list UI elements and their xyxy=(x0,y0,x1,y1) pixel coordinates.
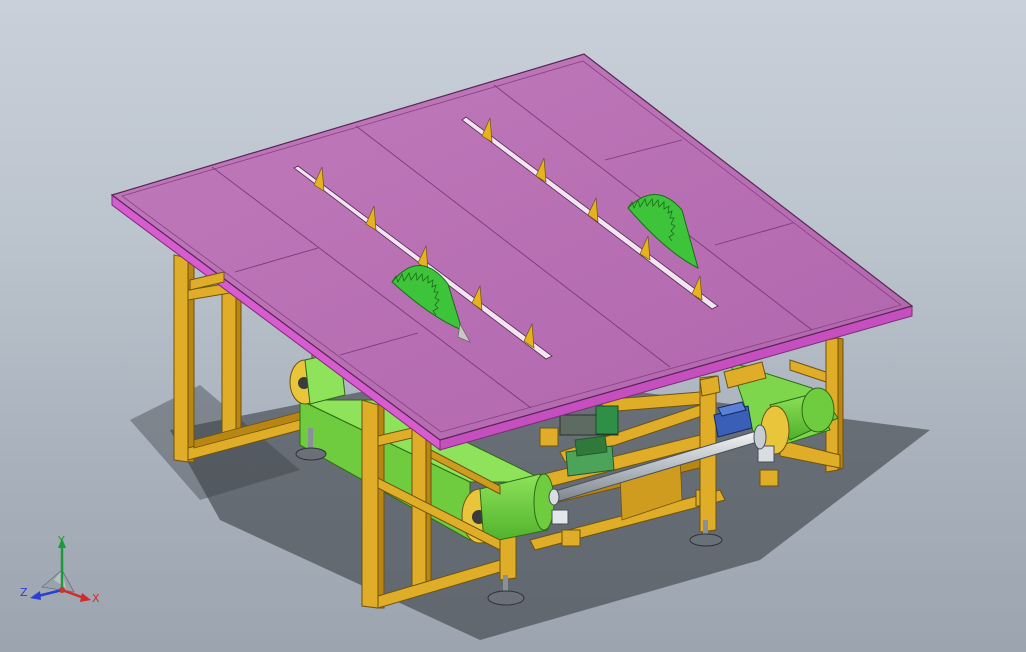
z-axis-label: Z xyxy=(20,586,28,599)
z-axis xyxy=(37,588,63,598)
orientation-triad[interactable]: Y X Z xyxy=(14,532,104,612)
y-axis-label: Y xyxy=(58,534,65,547)
saw-table-model[interactable] xyxy=(0,0,1026,652)
cad-viewport[interactable]: Y X Z xyxy=(0,0,1026,652)
x-axis-label: X xyxy=(92,592,100,605)
